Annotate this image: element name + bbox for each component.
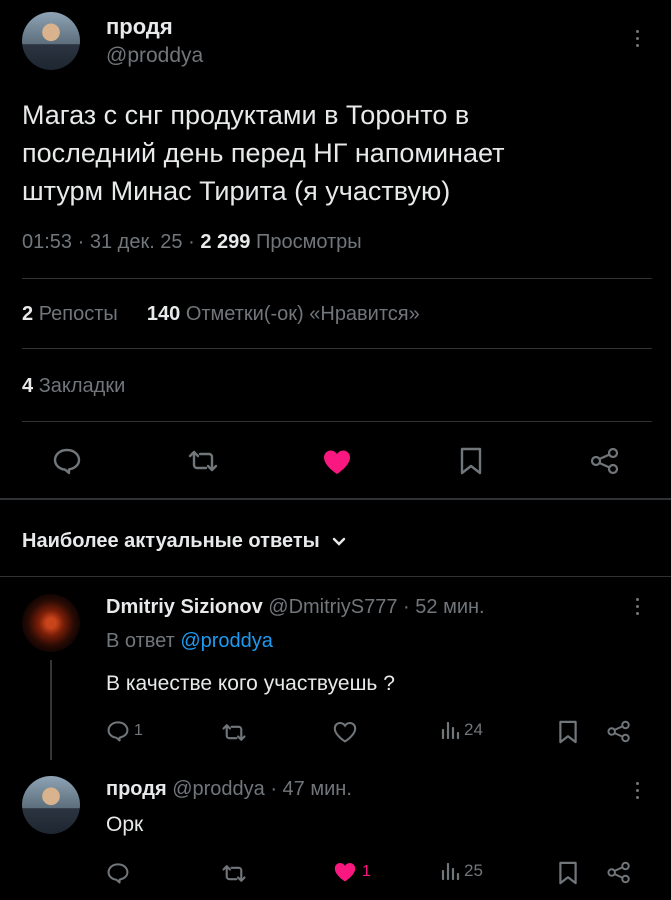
post-text-line: последний день перед НГ напоминает [22,138,505,168]
divider [22,421,652,422]
author-handle[interactable]: @proddya [106,44,203,68]
bookmark-icon[interactable] [458,446,484,476]
reply-to-prefix: В ответ [106,630,175,652]
section-divider [0,498,671,500]
reply-count: 1 [134,722,143,739]
reply-avatar[interactable] [22,776,80,834]
views-count: 24 [464,720,483,739]
like-icon[interactable] [332,721,358,743]
bookmark-icon[interactable] [557,860,579,886]
likes-stat[interactable]: 140 Отметки(-ок) «Нравится» [147,303,420,325]
reply-author-handle[interactable]: @DmitriyS777 [268,596,397,618]
like-filled-icon [332,861,358,883]
reply-to-line: В ответ @proddya [106,630,273,653]
replies-sort-toggle[interactable]: Наиболее актуальные ответы [22,530,347,553]
bookmark-icon[interactable] [557,719,579,745]
reply-time[interactable]: 52 мин. [415,596,484,618]
reply-to-handle[interactable]: @proddya [180,630,273,652]
reply-time[interactable]: 47 мин. [283,778,352,800]
author-name[interactable]: продя [106,14,173,40]
views-button[interactable]: 25 [440,861,483,881]
post-time[interactable]: 01:53 [22,231,72,253]
reply-text: В качестве кого участвуешь ? [106,672,395,695]
views-count: 2 299 [200,231,251,253]
reply-header: Dmitriy Sizionov @DmitriyS777 · 52 мин. [106,596,485,618]
repost-icon[interactable] [220,863,248,884]
views-count: 25 [464,861,483,880]
engagement-stats: 2 Репосты 140 Отметки(-ок) «Нравится» [22,303,420,326]
divider [22,278,652,279]
like-filled-icon[interactable] [321,448,353,476]
post-text-line: Магаз с снг продуктами в Торонто в [22,100,470,130]
reply-icon[interactable] [106,862,130,884]
thread-line [50,660,52,760]
reply-author-handle[interactable]: @proddya [172,778,265,800]
views-chart-icon [440,861,460,881]
reply-text: Орк [106,813,144,836]
share-icon[interactable] [606,720,632,743]
more-options-icon[interactable] [634,782,640,799]
reposts-stat[interactable]: 2 Репосты [22,303,123,325]
chevron-down-icon [331,536,347,548]
views-label: Просмотры [255,231,362,253]
views-button[interactable]: 24 [440,720,483,740]
more-options-icon[interactable] [634,30,640,47]
repost-icon[interactable] [220,722,248,743]
reply-icon [106,720,130,742]
replies-sort-label: Наиболее актуальные ответы [22,530,320,552]
reply-avatar[interactable] [22,594,80,652]
reply-author-name[interactable]: продя [106,778,167,800]
bookmarks-stat[interactable]: 4 Закладки [22,375,125,398]
views-chart-icon [440,720,460,740]
like-button[interactable]: 1 [332,861,371,883]
reply-button[interactable]: 1 [106,720,143,742]
post-meta: 01:53 · 31 дек. 25 · 2 299 Просмотры [22,231,362,253]
divider [22,348,652,349]
repost-icon[interactable] [186,448,220,474]
author-avatar[interactable] [22,12,80,70]
post-text-line: штурм Минас Тирита (я участвую) [22,176,451,206]
like-count: 1 [362,863,371,880]
more-options-icon[interactable] [634,598,640,615]
reply-header: продя @proddya · 47 мин. [106,778,352,800]
share-icon[interactable] [606,861,632,884]
post-text: Магаз с снг продуктами в Торонто в после… [22,96,652,210]
share-icon[interactable] [589,447,621,475]
divider [0,576,671,577]
reply-icon[interactable] [52,447,82,475]
post-date[interactable]: 31 дек. 25 [90,231,183,253]
reply-author-name[interactable]: Dmitriy Sizionov [106,596,263,618]
